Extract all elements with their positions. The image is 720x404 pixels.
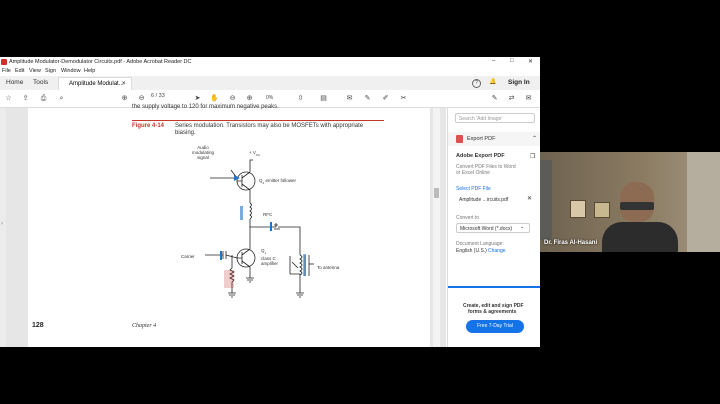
- q1-desc2: amplifier: [261, 260, 279, 266]
- maximize-button[interactable]: □: [510, 58, 514, 64]
- convert-to-label: Convert to: [456, 215, 480, 221]
- zoom-value[interactable]: 0%: [266, 95, 273, 101]
- window-title: Amplitude Modulator-Demodulator Circuits…: [9, 59, 192, 65]
- change-language-link[interactable]: Change: [488, 248, 506, 254]
- zoom-out-icon[interactable]: ⊖: [228, 94, 237, 103]
- export-pdf-label: Export PDF: [467, 136, 496, 142]
- mail-icon[interactable]: ✉: [524, 94, 533, 103]
- close-tab-icon[interactable]: ×: [122, 81, 126, 87]
- free-trial-button[interactable]: Free 7-Day Trial: [466, 320, 524, 333]
- acrobat-window: Amplitude Modulator-Demodulator Circuits…: [0, 57, 540, 347]
- export-pdf-row[interactable]: Export PDF ⌃: [448, 132, 540, 146]
- stamp-icon[interactable]: ✂: [399, 94, 408, 103]
- comment-icon[interactable]: ✉: [345, 94, 354, 103]
- page-current[interactable]: 6: [151, 93, 154, 99]
- language-value: English (U.S.): [456, 248, 487, 254]
- antenna-label: To antenna: [317, 265, 340, 270]
- q2-desc: emitter follower: [265, 178, 296, 183]
- tools-pane: Search 'Add Image' Export PDF ⌃ Adobe Ex…: [447, 108, 540, 347]
- select-pdf-label: Select PDF File: [456, 186, 491, 192]
- page-number: 128: [32, 322, 44, 329]
- search-icon[interactable]: ⌕: [57, 94, 66, 103]
- bell-icon[interactable]: 🔔: [489, 78, 496, 85]
- copy-icon[interactable]: ❐: [530, 153, 535, 160]
- scroll-mode-icon[interactable]: ▤: [319, 94, 328, 103]
- format-select[interactable]: Microsoft Word (*.docx): [456, 223, 530, 233]
- close-window-button[interactable]: ✕: [528, 58, 533, 65]
- help-icon[interactable]: ?: [472, 79, 481, 88]
- webcam-video: Dr. Firas Al-Hasani: [540, 152, 720, 252]
- search-tools-input[interactable]: Search 'Add Image': [455, 113, 535, 123]
- draw-icon[interactable]: ✐: [381, 94, 390, 103]
- doc-language-label: Document Language:: [456, 241, 504, 247]
- vcc-text: + V: [249, 150, 256, 155]
- menu-bar: File Edit View Sign Window Help: [0, 67, 540, 76]
- fit-page-icon[interactable]: ⇳: [296, 94, 305, 103]
- menu-sign[interactable]: Sign: [45, 68, 56, 74]
- star-icon[interactable]: ☆: [4, 94, 13, 103]
- audio-label: Audio modulating signal: [192, 145, 214, 160]
- promo-line2: forms & agreements: [468, 309, 517, 315]
- page-up-icon[interactable]: ⊕: [120, 94, 129, 103]
- page-indicator[interactable]: 6 / 33: [151, 93, 165, 99]
- promo-box: Create, edit and sign PDF forms & agreem…: [448, 286, 540, 347]
- chapter-label: Chapter 4: [132, 323, 157, 329]
- adobe-export-title: Adobe Export PDF: [456, 153, 505, 159]
- tab-document[interactable]: Amplitude Modulat... ×: [58, 77, 132, 91]
- chevron-down-icon[interactable]: ⌄: [520, 224, 524, 230]
- remove-file-icon[interactable]: ✕: [527, 195, 532, 202]
- convert-desc-2: or Excel Online: [456, 170, 490, 176]
- document-viewer[interactable]: › the supply voltage to 120 for maximum …: [0, 104, 446, 347]
- q2-sub: 2: [262, 180, 265, 185]
- vcc-sub: CC: [255, 152, 261, 157]
- expand-left-icon[interactable]: ›: [1, 221, 3, 227]
- tab-home[interactable]: Home: [6, 79, 23, 86]
- q2-label: Q2 emitter follower: [259, 178, 296, 185]
- export-pdf-icon: [456, 135, 463, 143]
- vcc-label: + VCC: [249, 150, 260, 157]
- scrollbar-thumb[interactable]: [434, 188, 439, 198]
- carrier-label: Carrier: [181, 254, 195, 259]
- rfc-label: RFC: [263, 212, 273, 217]
- vertical-scrollbar[interactable]: [433, 108, 440, 347]
- zoom-in-icon[interactable]: ⊕: [245, 94, 254, 103]
- wall-picture-2: [594, 202, 610, 218]
- sign-in-link[interactable]: Sign In: [508, 79, 530, 86]
- tab-bar: Home Tools Amplitude Modulat... × ? 🔔 Si…: [0, 76, 540, 91]
- tab-document-label: Amplitude Modulat...: [69, 81, 124, 87]
- chevron-up-icon[interactable]: ⌃: [532, 135, 537, 142]
- page-down-icon[interactable]: ⊖: [137, 94, 146, 103]
- minimize-button[interactable]: –: [492, 58, 495, 64]
- person-shirt: [602, 222, 678, 252]
- hand-tool-icon[interactable]: ✋: [210, 94, 219, 103]
- edit-pen-icon[interactable]: ✎: [490, 94, 499, 103]
- q1-sub: 1: [264, 250, 267, 255]
- left-curtain: [540, 160, 552, 240]
- window-light: [687, 152, 720, 252]
- select-cursor-icon[interactable]: ➤: [193, 94, 202, 103]
- participant-name: Dr. Firas Al-Hasani: [544, 240, 598, 246]
- q1-label: Q1 class C amplifier: [261, 248, 278, 266]
- menu-edit[interactable]: Edit: [15, 68, 24, 74]
- menu-window[interactable]: Window: [61, 68, 81, 74]
- q1-name: Q1: [261, 248, 278, 256]
- upload-icon[interactable]: ⇪: [21, 94, 30, 103]
- print-icon[interactable]: ⎙: [39, 94, 48, 103]
- acrobat-app-icon: [1, 59, 7, 65]
- highlight-icon[interactable]: ✎: [363, 94, 372, 103]
- circuit-diagram: [205, 159, 314, 298]
- page-total: / 33: [155, 93, 165, 99]
- wall-picture-1: [570, 200, 586, 218]
- audio-label-line3: signal: [197, 155, 209, 160]
- glasses: [620, 202, 654, 210]
- pdf-page: the supply voltage to 120 for maximum ne…: [28, 104, 430, 347]
- menu-file[interactable]: File: [2, 68, 11, 74]
- share-icon[interactable]: ⇄: [507, 94, 516, 103]
- tab-tools[interactable]: Tools: [33, 79, 48, 86]
- menu-view[interactable]: View: [29, 68, 41, 74]
- selected-file: Amplitude ...ircuits.pdf: [459, 197, 509, 203]
- left-panel-collapsed[interactable]: ›: [0, 108, 6, 347]
- menu-help[interactable]: Help: [84, 68, 95, 74]
- title-bar: Amplitude Modulator-Demodulator Circuits…: [0, 57, 540, 67]
